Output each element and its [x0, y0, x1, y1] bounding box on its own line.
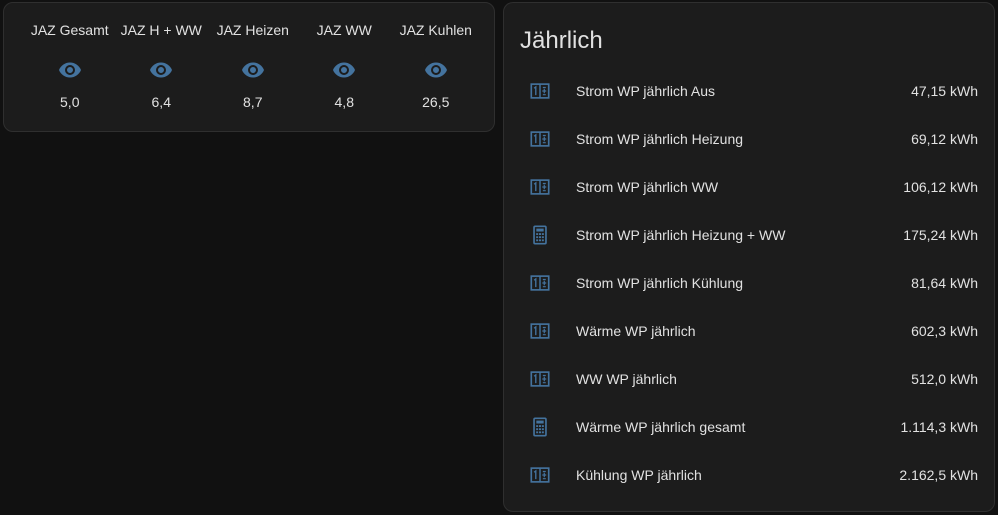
entity-row-strom-heizung[interactable]: Strom WP jährlich Heizung 69,12 kWh: [520, 119, 978, 159]
glance-item-jaz-gesamt[interactable]: JAZ Gesamt 5,0: [24, 3, 116, 110]
entity-row-strom-heizung-ww[interactable]: Strom WP jährlich Heizung + WW 175,24 kW…: [520, 215, 978, 255]
entity-row-strom-ww[interactable]: Strom WP jährlich WW 106,12 kWh: [520, 167, 978, 207]
glance-card: JAZ Gesamt 5,0 JAZ H + WW 6,4 JAZ Heizen…: [3, 2, 495, 132]
meter-icon: [520, 167, 560, 207]
meter-icon: [520, 311, 560, 351]
meter-icon: [520, 359, 560, 399]
glance-item-state: 8,7: [243, 94, 263, 110]
entity-name: Wärme WP jährlich gesamt: [576, 419, 746, 435]
eye-icon: [58, 62, 81, 78]
eye-icon: [424, 62, 447, 78]
meter-icon: [520, 455, 560, 495]
eye-icon: [150, 62, 173, 78]
glance-item-name: JAZ Kuhlen: [399, 22, 472, 38]
entity-name: WW WP jährlich: [576, 371, 677, 387]
glance-item-state: 6,4: [151, 94, 171, 110]
entity-name: Strom WP jährlich Kühlung: [576, 275, 744, 291]
entity-row-strom-kuehlung[interactable]: Strom WP jährlich Kühlung 81,64 kWh: [520, 263, 978, 303]
glance-item-name: JAZ Heizen: [216, 22, 289, 38]
glance-grid: JAZ Gesamt 5,0 JAZ H + WW 6,4 JAZ Heizen…: [24, 3, 482, 110]
entity-value: 602,3 kWh: [911, 323, 978, 339]
entity-value: 175,24 kWh: [903, 227, 978, 243]
entity-value: 106,12 kWh: [903, 179, 978, 195]
meter-icon: [520, 119, 560, 159]
eye-icon: [333, 62, 356, 78]
entity-row-ww[interactable]: WW WP jährlich 512,0 kWh: [520, 359, 978, 399]
entity-name: Kühlung WP jährlich: [576, 467, 702, 483]
glance-item-name: JAZ WW: [316, 22, 372, 38]
card-title: Jährlich: [520, 27, 603, 54]
entity-value: 1.114,3 kWh: [900, 419, 978, 435]
entity-name: Strom WP jährlich Aus: [576, 83, 716, 99]
entity-value: 2.162,5 kWh: [899, 467, 978, 483]
glance-item-state: 5,0: [60, 94, 80, 110]
entity-name: Wärme WP jährlich: [576, 323, 696, 339]
glance-item-jaz-ww[interactable]: JAZ WW 4,8: [299, 3, 391, 110]
entity-row-waerme[interactable]: Wärme WP jährlich 602,3 kWh: [520, 311, 978, 351]
entity-name: Strom WP jährlich Heizung: [576, 131, 744, 147]
eye-icon: [241, 62, 264, 78]
meter-icon: [520, 71, 560, 111]
entity-value: 81,64 kWh: [911, 275, 978, 291]
calculator-icon: [520, 215, 560, 255]
glance-item-jaz-heizen[interactable]: JAZ Heizen 8,7: [207, 3, 299, 110]
meter-icon: [520, 263, 560, 303]
glance-item-jaz-h-ww[interactable]: JAZ H + WW 6,4: [116, 3, 208, 110]
glance-item-state: 26,5: [422, 94, 450, 110]
entity-name: Strom WP jährlich Heizung + WW: [576, 227, 786, 243]
entity-row-strom-aus[interactable]: Strom WP jährlich Aus 47,15 kWh: [520, 71, 978, 111]
glance-item-name: JAZ H + WW: [120, 22, 202, 38]
entity-row-kuehlung[interactable]: Kühlung WP jährlich 2.162,5 kWh: [520, 455, 978, 495]
entity-row-waerme-gesamt[interactable]: Wärme WP jährlich gesamt 1.114,3 kWh: [520, 407, 978, 447]
calculator-icon: [520, 407, 560, 447]
entity-value: 47,15 kWh: [911, 83, 978, 99]
entity-value: 512,0 kWh: [911, 371, 978, 387]
glance-item-state: 4,8: [334, 94, 354, 110]
glance-item-name: JAZ Gesamt: [30, 22, 109, 38]
entities-card: Jährlich Strom WP jährlich Aus 47,15 kWh…: [503, 2, 995, 512]
entity-name: Strom WP jährlich WW: [576, 179, 719, 195]
entity-value: 69,12 kWh: [911, 131, 978, 147]
glance-item-jaz-kuhlen[interactable]: JAZ Kuhlen 26,5: [390, 3, 482, 110]
